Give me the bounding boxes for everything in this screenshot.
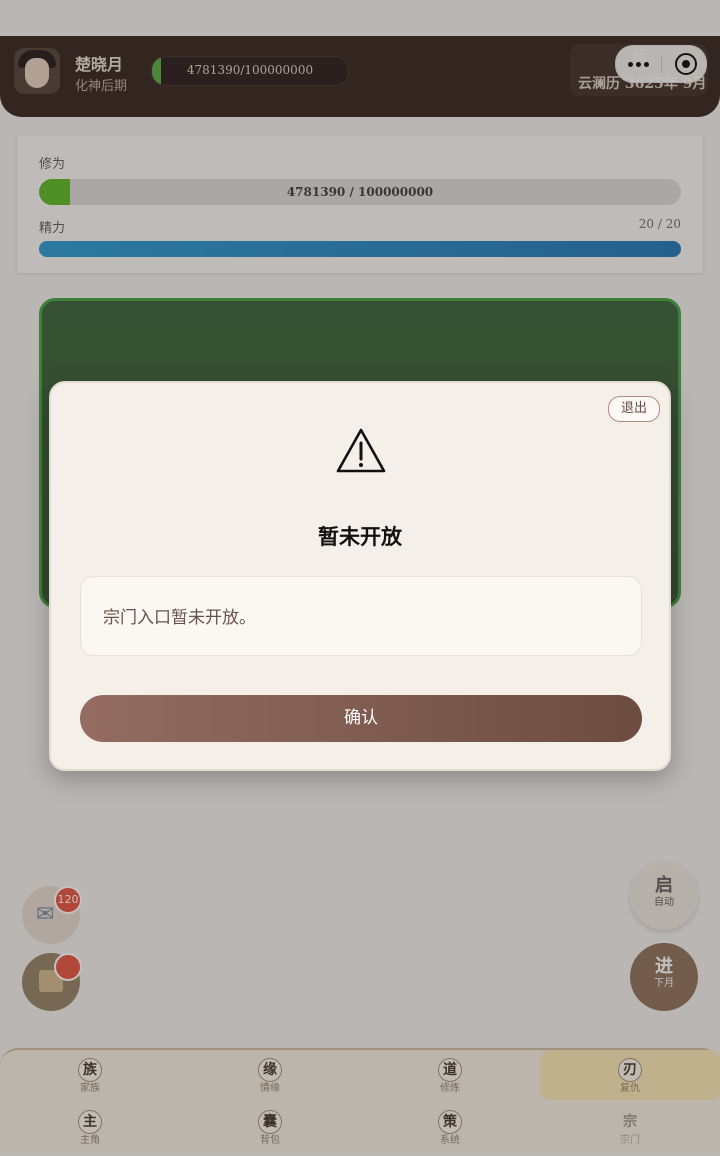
- dialog-title: 暂未开放: [318, 525, 402, 549]
- message-box: 宗门入口暂未开放。: [80, 576, 642, 656]
- warning-triangle-icon: [336, 428, 386, 473]
- confirm-button[interactable]: 确认: [80, 695, 642, 742]
- notice-dialog: 退出 暂未开放 宗门入口暂未开放。 确认: [49, 381, 671, 771]
- dialog-message: 宗门入口暂未开放。: [103, 608, 256, 628]
- exit-button[interactable]: 退出: [608, 396, 660, 422]
